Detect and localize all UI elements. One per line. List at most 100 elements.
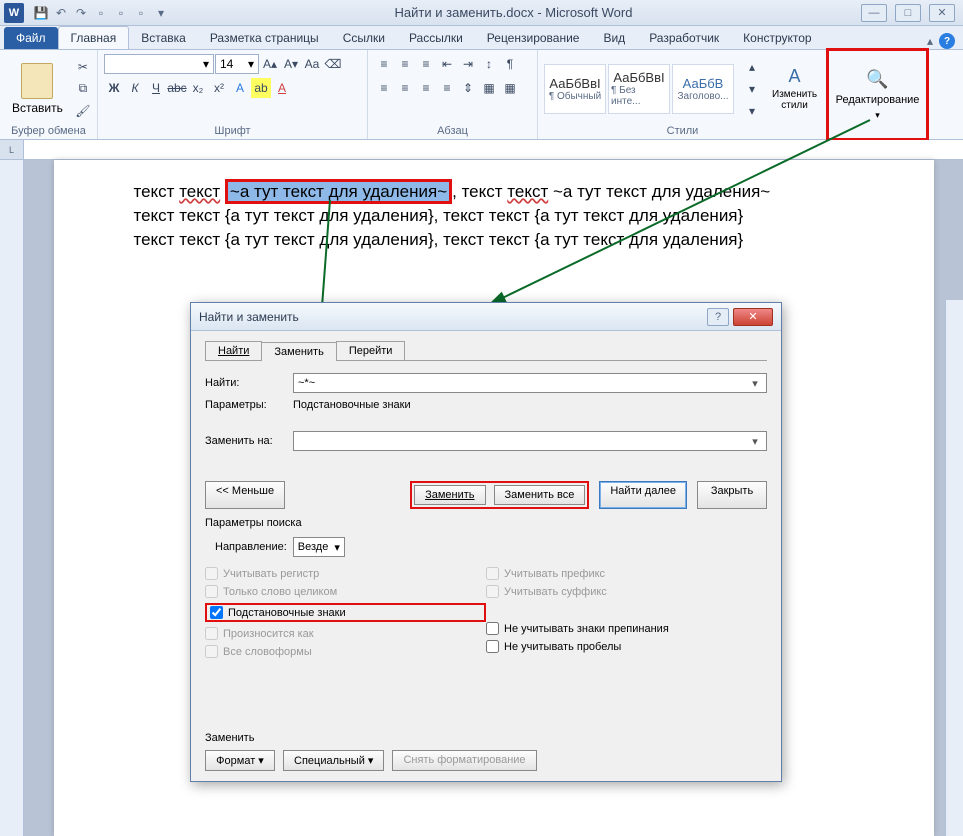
- grow-font-icon[interactable]: A▴: [260, 54, 280, 74]
- paste-button[interactable]: Вставить: [6, 61, 69, 117]
- shrink-font-icon[interactable]: A▾: [281, 54, 301, 74]
- horizontal-ruler[interactable]: [24, 140, 963, 159]
- bold-button[interactable]: Ж: [104, 78, 124, 98]
- qat-btn-3[interactable]: ▫: [132, 4, 150, 22]
- numbering-icon[interactable]: ≡: [395, 54, 415, 74]
- check-ignore-spaces[interactable]: Не учитывать пробелы: [486, 640, 767, 653]
- subscript-button[interactable]: x₂: [188, 78, 208, 98]
- borders-icon[interactable]: ▦: [500, 78, 520, 98]
- style-normal[interactable]: АаБбВвІ¶ Обычный: [544, 64, 606, 114]
- style-nospacing[interactable]: АаБбВвІ¶ Без инте...: [608, 64, 670, 114]
- italic-button[interactable]: К: [125, 78, 145, 98]
- change-styles-button[interactable]: A Изменить стили: [766, 64, 823, 113]
- vertical-scrollbar[interactable]: [945, 300, 963, 836]
- pilcrow-icon[interactable]: ¶: [500, 54, 520, 74]
- redo-icon[interactable]: ↷: [72, 4, 90, 22]
- replace-button[interactable]: Заменить: [414, 485, 485, 505]
- maximize-button[interactable]: □: [895, 4, 921, 22]
- qat-btn-2[interactable]: ▫: [112, 4, 130, 22]
- linespacing-icon[interactable]: ⇕: [458, 78, 478, 98]
- styles-gallery[interactable]: АаБбВвІ¶ Обычный АаБбВвІ¶ Без инте... Аа…: [544, 64, 734, 114]
- group-clipboard-label: Буфер обмена: [6, 123, 91, 137]
- format-painter-icon[interactable]: 🖌: [73, 101, 93, 121]
- qat-customize-icon[interactable]: ▾: [152, 4, 170, 22]
- indent-icon[interactable]: ⇥: [458, 54, 478, 74]
- close-button[interactable]: ✕: [929, 4, 955, 22]
- tab-home[interactable]: Главная: [58, 26, 130, 49]
- group-paragraph-label: Абзац: [374, 123, 531, 137]
- bullets-icon[interactable]: ≡: [374, 54, 394, 74]
- replace-input[interactable]: ▾: [293, 431, 767, 451]
- check-prefix: Учитывать префикс: [486, 567, 767, 580]
- editing-dropdown-icon[interactable]: ▾: [875, 110, 880, 121]
- dialog-titlebar[interactable]: Найти и заменить ? ✕: [191, 303, 781, 331]
- change-case-icon[interactable]: Aa: [302, 54, 322, 74]
- find-icon[interactable]: 🔍: [866, 69, 888, 90]
- word-app-icon: W: [4, 3, 24, 23]
- clear-format-icon[interactable]: ⌫: [323, 54, 343, 74]
- cut-icon[interactable]: ✂: [73, 57, 93, 77]
- styles-up-icon[interactable]: ▴: [742, 57, 762, 77]
- vertical-ruler[interactable]: [0, 160, 24, 836]
- strike-button[interactable]: abc: [167, 78, 187, 98]
- tab-view[interactable]: Вид: [591, 27, 637, 49]
- shading-icon[interactable]: ▦: [479, 78, 499, 98]
- tab-find[interactable]: Найти: [205, 341, 262, 360]
- direction-select[interactable]: Везде▾: [293, 537, 345, 557]
- ribbon-collapse-icon[interactable]: ▴: [927, 34, 933, 48]
- minimize-button[interactable]: —: [861, 4, 887, 22]
- styles-down-icon[interactable]: ▾: [742, 79, 762, 99]
- find-dropdown-icon[interactable]: ▾: [748, 377, 762, 390]
- find-next-button[interactable]: Найти далее: [599, 481, 687, 509]
- copy-icon[interactable]: ⧉: [73, 79, 93, 99]
- check-ignore-punct[interactable]: Не учитывать знаки препинания: [486, 622, 767, 635]
- format-button[interactable]: Формат ▾: [205, 750, 275, 771]
- find-input[interactable]: ~*~▾: [293, 373, 767, 393]
- editing-label[interactable]: Редактирование: [836, 94, 920, 106]
- sort-icon[interactable]: ↕: [479, 54, 499, 74]
- replace-dropdown-icon[interactable]: ▾: [748, 435, 762, 448]
- tab-design[interactable]: Конструктор: [731, 27, 823, 49]
- justify-icon[interactable]: ≡: [437, 78, 457, 98]
- tab-replace[interactable]: Заменить: [261, 342, 336, 361]
- align-left-icon[interactable]: ≡: [374, 78, 394, 98]
- font-color-icon[interactable]: A: [272, 78, 292, 98]
- highlight-icon[interactable]: ab: [251, 78, 271, 98]
- check-wildcards[interactable]: Подстановочные знаки: [210, 606, 346, 619]
- tab-review[interactable]: Рецензирование: [475, 27, 592, 49]
- text-line-3: текст текст {а тут текст для удаления}, …: [134, 228, 854, 252]
- save-icon[interactable]: 💾: [32, 4, 50, 22]
- superscript-button[interactable]: x²: [209, 78, 229, 98]
- check-word-forms: Все словоформы: [205, 645, 486, 658]
- special-button[interactable]: Специальный ▾: [283, 750, 384, 771]
- undo-icon[interactable]: ↶: [52, 4, 70, 22]
- tab-file[interactable]: Файл: [4, 27, 58, 49]
- outdent-icon[interactable]: ⇤: [437, 54, 457, 74]
- tab-layout[interactable]: Разметка страницы: [198, 27, 331, 49]
- group-font: ▾ 14▾ A▴ A▾ Aa ⌫ Ж К Ч abc x₂ x² A ab A …: [98, 50, 368, 139]
- tab-developer[interactable]: Разработчик: [637, 27, 731, 49]
- change-styles-icon: A: [789, 66, 801, 87]
- qat-btn-1[interactable]: ▫: [92, 4, 110, 22]
- multilevel-icon[interactable]: ≡: [416, 54, 436, 74]
- align-right-icon[interactable]: ≡: [416, 78, 436, 98]
- style-heading[interactable]: АаБбВЗаголово...: [672, 64, 734, 114]
- replace-all-button[interactable]: Заменить все: [494, 485, 586, 505]
- tab-goto[interactable]: Перейти: [336, 341, 406, 360]
- align-center-icon[interactable]: ≡: [395, 78, 415, 98]
- underline-button[interactable]: Ч: [146, 78, 166, 98]
- help-icon[interactable]: ?: [939, 33, 955, 49]
- font-family-select[interactable]: ▾: [104, 54, 214, 74]
- dialog-help-button[interactable]: ?: [707, 308, 729, 326]
- dialog-close-button[interactable]: ✕: [733, 308, 773, 326]
- tab-references[interactable]: Ссылки: [331, 27, 397, 49]
- font-size-select[interactable]: 14▾: [215, 54, 259, 74]
- less-button[interactable]: << Меньше: [205, 481, 285, 509]
- check-whole-word: Только слово целиком: [205, 585, 486, 598]
- text-effects-icon[interactable]: A: [230, 78, 250, 98]
- styles-more-icon[interactable]: ▾: [742, 101, 762, 121]
- tab-mailings[interactable]: Рассылки: [397, 27, 475, 49]
- selected-text: ~а тут текст для удаления~: [225, 179, 452, 204]
- tab-insert[interactable]: Вставка: [129, 27, 198, 49]
- close-button-dialog[interactable]: Закрыть: [697, 481, 767, 509]
